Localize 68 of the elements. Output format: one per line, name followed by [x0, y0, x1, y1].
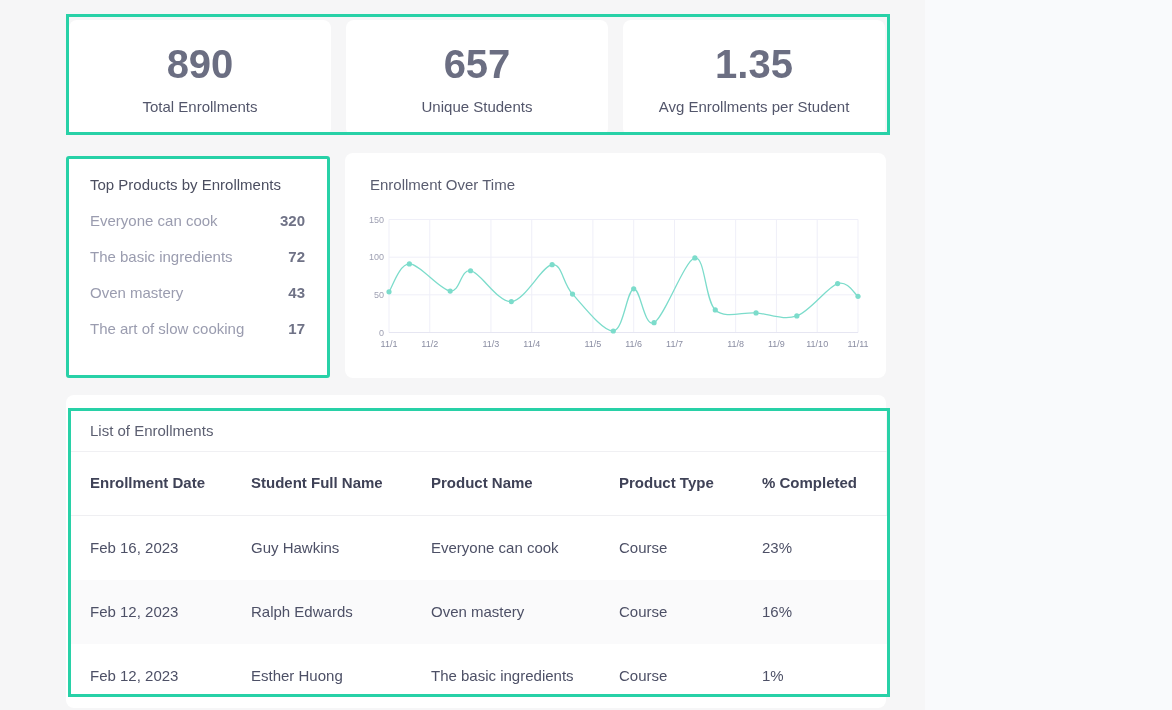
table-title: List of Enrollments [90, 420, 214, 441]
y-axis-label: 150 [368, 214, 384, 225]
stat-label: Unique Students [421, 97, 533, 117]
x-axis-label: 11/11 [847, 338, 869, 349]
x-axis-label: 11/9 [768, 338, 785, 349]
data-point [855, 293, 861, 299]
table-cell-text: 1% [762, 665, 785, 686]
table-header-cell-text: Enrollment Date [90, 473, 207, 494]
table-cell-text: Esther Huong [251, 665, 344, 686]
product-name: The art of slow cooking [90, 318, 245, 339]
x-axis-label: 11/1 [380, 338, 398, 349]
data-point [753, 310, 759, 316]
stat-value: 890 [166, 44, 234, 84]
table-cell-text: Course [619, 601, 669, 622]
x-axis-label: 11/10 [806, 338, 829, 349]
table-header-cell-text: Student Full Name [251, 473, 384, 494]
table-header-cell-text: Product Name [431, 473, 534, 494]
x-axis-label: 11/3 [482, 338, 500, 349]
x-axis-label: 11/2 [421, 338, 439, 349]
product-name: Oven mastery [90, 282, 184, 303]
table-cell-text: Feb 12, 2023 [90, 601, 180, 622]
data-point [406, 261, 412, 267]
x-axis-label: 11/6 [625, 338, 643, 349]
product-name: Everyone can cook [90, 210, 218, 231]
product-name: The basic ingredients [90, 246, 233, 267]
product-count: 17 [288, 318, 305, 339]
table-cell-text: The basic ingredients [431, 665, 575, 686]
table-header-cell-text: % Completed [762, 473, 858, 494]
data-point [794, 313, 800, 319]
data-point [386, 289, 392, 295]
data-point [447, 288, 453, 294]
y-axis-label: 0 [379, 327, 384, 338]
table-cell-text: Oven mastery [431, 601, 526, 622]
table-cell-text: Everyone can cook [431, 537, 560, 558]
x-axis-label: 11/7 [666, 338, 683, 349]
data-point [508, 299, 514, 305]
stat-label: Total Enrollments [142, 97, 258, 117]
chart-title: Enrollment Over Time [370, 175, 517, 195]
x-axis-label: 11/5 [584, 338, 602, 349]
data-point [712, 307, 718, 313]
table-cell-text: Feb 16, 2023 [90, 537, 180, 558]
table-cell-text: Feb 12, 2023 [90, 665, 180, 686]
data-point [631, 286, 637, 292]
stat-value: 1.35 [715, 44, 793, 84]
data-point [692, 255, 698, 261]
table-cell-text: 23% [762, 537, 794, 558]
table-cell-text: Course [619, 537, 669, 558]
table-cell-text: 16% [762, 601, 794, 622]
table-header-cell-text: Product Type [619, 473, 715, 494]
card-title: Top Products by Enrollments [90, 175, 282, 195]
data-point [835, 280, 841, 287]
data-point [549, 262, 555, 268]
x-axis-label: 11/8 [727, 338, 745, 349]
product-count: 72 [288, 246, 305, 267]
product-count: 43 [288, 282, 305, 303]
data-point [651, 320, 657, 326]
stat-label: Avg Enrollments per Student [658, 97, 850, 117]
stat-value: 657 [443, 44, 511, 84]
table-cell-text: Course [619, 665, 669, 686]
data-point [569, 291, 576, 297]
table-cell-text: Guy Hawkins [251, 537, 341, 558]
data-point [610, 328, 616, 334]
x-axis-label: 11/4 [523, 338, 541, 349]
y-axis-label: 100 [368, 252, 384, 263]
table-cell-text: Ralph Edwards [251, 601, 354, 622]
y-axis-label: 50 [374, 289, 384, 300]
data-point [467, 268, 474, 274]
product-count: 320 [279, 210, 305, 231]
